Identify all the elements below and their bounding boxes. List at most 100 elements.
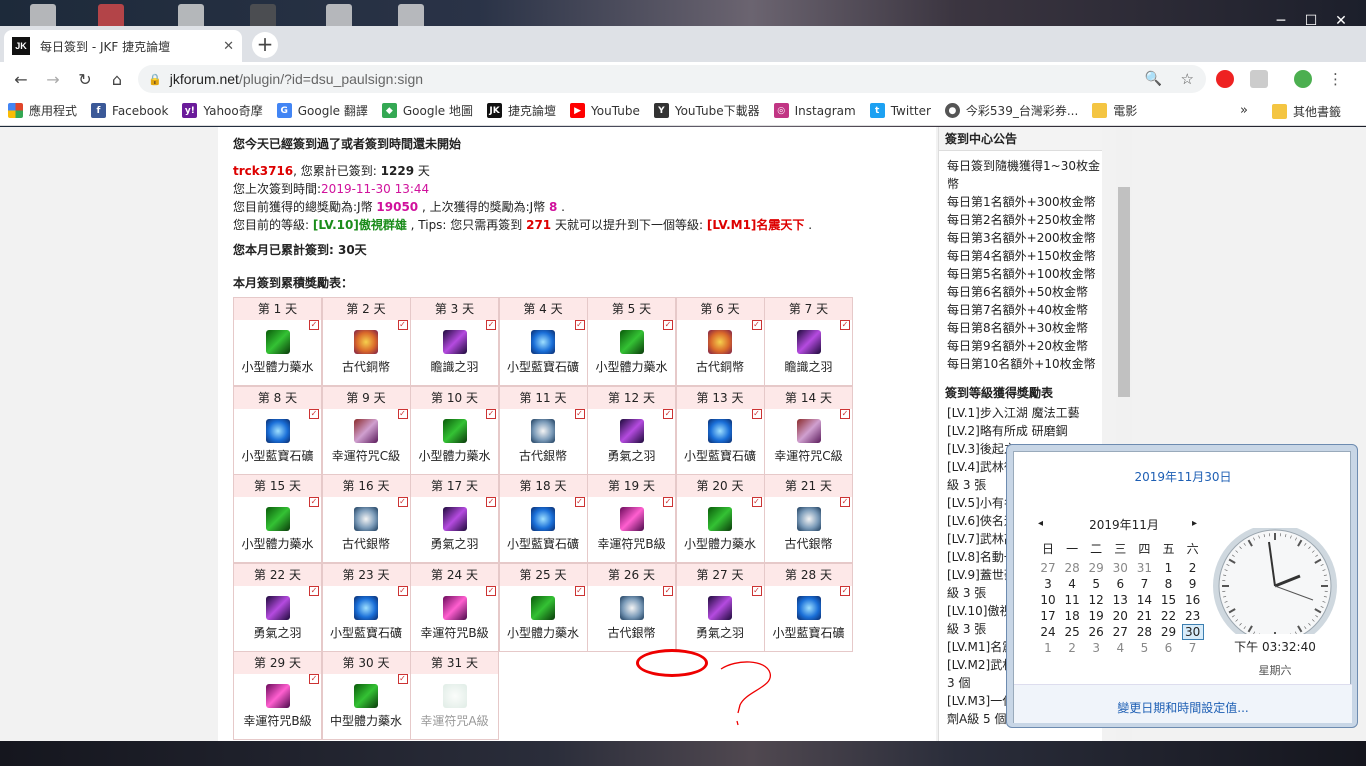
reward-item-name: 小型藍寶石礦 (772, 625, 845, 640)
calendar-day[interactable]: 6 (1157, 640, 1181, 656)
calendar-day[interactable]: 13 (1108, 592, 1132, 608)
calendar-day[interactable]: 20 (1108, 608, 1132, 624)
avatar[interactable] (1294, 70, 1312, 88)
notice-line: 每日第3名額外+200枚金幣 (947, 231, 1096, 245)
reward-cell: 第 24 天 ✓ 幸運符咒B級 (410, 562, 499, 652)
calendar-day[interactable]: 1 (1036, 640, 1060, 656)
calendar-day[interactable]: 23 (1181, 608, 1205, 624)
calendar-day[interactable]: 4 (1060, 576, 1084, 592)
calendar-day[interactable]: 29 (1084, 560, 1108, 576)
reward-day: 第 8 天 (234, 386, 321, 409)
new-tab-button[interactable]: + (252, 32, 278, 58)
reload-icon[interactable]: ↻ (74, 70, 96, 89)
calendar-day[interactable]: 31 (1132, 560, 1156, 576)
bookmark-instagram[interactable]: ◎ Instagram (773, 103, 856, 118)
calendar-day[interactable]: 3 (1084, 640, 1108, 656)
zoom-icon[interactable]: 🔍 (1145, 71, 1162, 87)
scrollbar-thumb[interactable] (1118, 187, 1130, 397)
calendar-day[interactable]: 21 (1132, 608, 1156, 624)
checked-icon: ✓ (751, 497, 762, 507)
lock-icon[interactable]: 🔒 (148, 73, 162, 86)
twitter-icon: t (869, 103, 885, 118)
taskbar (0, 741, 1366, 766)
calendar-day[interactable]: 30 (1108, 560, 1132, 576)
calendar-day[interactable]: 5 (1132, 640, 1156, 656)
calendar-day[interactable]: 24 (1036, 624, 1060, 640)
calendar-day[interactable]: 14 (1132, 592, 1156, 608)
calendar-day[interactable]: 28 (1132, 624, 1156, 640)
address-bar[interactable]: 🔒 jkforum.net/plugin/?id=dsu_paulsign:si… (138, 65, 1206, 93)
bookmark-other[interactable]: 其他書籤 (1272, 96, 1341, 126)
bookmark-youtube-downloader[interactable]: Y YouTube下載器 (653, 102, 760, 119)
change-datetime-link[interactable]: 變更日期和時間設定值... (1014, 699, 1352, 716)
calendar-day-today[interactable]: 30 (1181, 624, 1205, 640)
calendar-day[interactable]: 29 (1157, 624, 1181, 640)
reward-day: 第 2 天 (322, 298, 410, 320)
calendar-day[interactable]: 4 (1108, 640, 1132, 656)
menu-icon[interactable]: ⋮ (1328, 70, 1343, 88)
calendar-day[interactable]: 7 (1181, 640, 1205, 656)
extension-icon[interactable] (1216, 70, 1234, 88)
reward-item-icon (531, 507, 555, 531)
popup-footer: 變更日期和時間設定值... (1014, 684, 1352, 723)
calendar-day[interactable]: 2 (1060, 640, 1084, 656)
bookmark-jkforum[interactable]: JK 捷克論壇 (487, 102, 556, 119)
reward-line: 您目前獲得的總獎勵為:J幣 19050 , 上次獲得的獎勵為:J幣 8 . (233, 200, 565, 214)
calendar-day[interactable]: 17 (1036, 608, 1060, 624)
calendar-day[interactable]: 12 (1084, 592, 1108, 608)
bookmark-facebook[interactable]: f Facebook (91, 103, 168, 118)
bookmark-apps[interactable]: 應用程式 (8, 102, 77, 119)
calendar-day[interactable]: 5 (1084, 576, 1108, 592)
forward-icon[interactable]: → (42, 70, 64, 89)
calendar-day[interactable]: 2 (1181, 560, 1205, 576)
calendar-day[interactable]: 25 (1060, 624, 1084, 640)
reward-day: 第 15 天 (234, 475, 321, 497)
google-translate-icon: G (276, 103, 292, 118)
notice-line: 每日第4名額外+150枚金幣 (947, 249, 1096, 263)
calendar-day[interactable]: 19 (1084, 608, 1108, 624)
star-icon[interactable]: ☆ (1181, 70, 1194, 88)
prev-month-icon[interactable]: ◂ (1038, 518, 1043, 529)
calendar-day[interactable]: 18 (1060, 608, 1084, 624)
calendar-day[interactable]: 15 (1157, 592, 1181, 608)
calendar-day[interactable]: 8 (1157, 576, 1181, 592)
calendar-day[interactable]: 11 (1060, 592, 1084, 608)
calendar-day[interactable]: 3 (1036, 576, 1060, 592)
home-icon[interactable]: ⌂ (106, 70, 128, 89)
back-icon[interactable]: ← (10, 70, 32, 89)
calendar-day[interactable]: 27 (1036, 560, 1060, 576)
bookmarks-more-icon[interactable]: » (1240, 103, 1248, 118)
next-month-icon[interactable]: ▸ (1192, 518, 1197, 529)
reward-item-name: 古代銅幣 (341, 360, 390, 374)
bookmark-google-maps[interactable]: ◆ Google 地圖 (381, 102, 473, 119)
bookmark-lottery[interactable]: ● 今彩539_台灣彩券... (944, 102, 1078, 119)
bookmark-twitter[interactable]: t Twitter (869, 103, 931, 118)
browser-tab[interactable]: JK 每日簽到 - JKF 捷克論壇 ✕ (4, 30, 242, 62)
username[interactable]: trck3716 (233, 164, 293, 178)
close-tab-icon[interactable]: ✕ (223, 39, 234, 54)
calendar-day[interactable]: 6 (1108, 576, 1132, 592)
bookmark-yahoo[interactable]: y! Yahoo奇摩 (182, 102, 263, 119)
reward-cell: 第 28 天 ✓ 小型藍寶石礦 (764, 562, 853, 652)
popup-date-title[interactable]: 2019年11月30日 (1014, 468, 1352, 485)
reward-day: 第 17 天 (411, 475, 498, 497)
bookmark-youtube[interactable]: ▶ YouTube (570, 103, 640, 118)
calendar-weekday: 三 (1114, 542, 1127, 556)
calendar-day[interactable]: 7 (1132, 576, 1156, 592)
calendar-day[interactable]: 9 (1181, 576, 1205, 592)
calendar-day[interactable]: 26 (1084, 624, 1108, 640)
calendar-day[interactable]: 10 (1036, 592, 1060, 608)
reward-item-name: 小型體力藥水 (506, 625, 579, 640)
reward-day: 第 9 天 (322, 386, 410, 409)
notice-list: 每日簽到隨機獲得1~30枚金幣每日第1名額外+300枚金幣 每日第2名額外+250… (939, 151, 1102, 373)
reward-item-icon (619, 330, 644, 354)
calendar-day[interactable]: 16 (1181, 592, 1205, 608)
calendar-day[interactable]: 28 (1060, 560, 1084, 576)
bookmark-google-translate[interactable]: G Google 翻譯 (276, 102, 368, 119)
bookmark-movies[interactable]: 電影 (1092, 102, 1137, 119)
notice-title: 簽到中心公告 (939, 127, 1102, 151)
extension-icon[interactable] (1250, 70, 1268, 88)
calendar-day[interactable]: 22 (1157, 608, 1181, 624)
calendar-day[interactable]: 27 (1108, 624, 1132, 640)
calendar-day[interactable]: 1 (1157, 560, 1181, 576)
